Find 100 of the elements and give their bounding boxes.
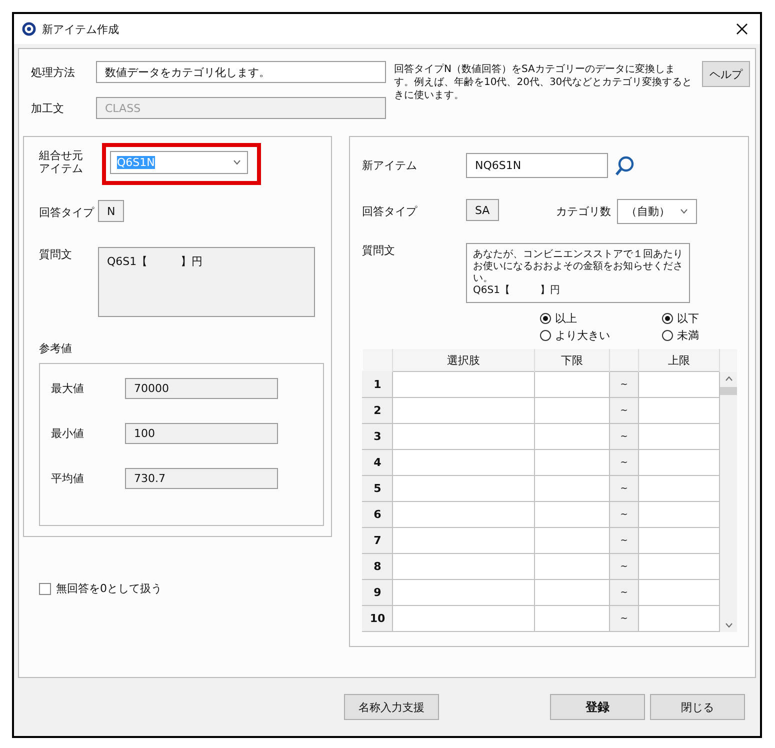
- field-label: 最小値: [51, 426, 85, 441]
- row-number: 10: [362, 606, 392, 632]
- range-separator: ~: [610, 554, 638, 580]
- radio-circle-icon: [662, 330, 673, 341]
- scrollbar-thumb[interactable]: [720, 386, 737, 394]
- table-cell[interactable]: [392, 372, 534, 398]
- radio-circle-icon: [662, 313, 673, 324]
- range-separator: ~: [610, 424, 638, 450]
- field-label: 質問文: [39, 247, 73, 262]
- table-cell[interactable]: [534, 528, 610, 554]
- table-cell[interactable]: [392, 424, 534, 450]
- table-cell[interactable]: [638, 554, 720, 580]
- radio-circle-icon: [540, 330, 551, 341]
- radio-button[interactable]: 以上: [540, 311, 610, 326]
- app-logo-icon: [22, 22, 36, 36]
- table-cell[interactable]: [638, 580, 720, 606]
- table-cell[interactable]: [534, 606, 610, 632]
- row-number: 5: [362, 476, 392, 502]
- table-cell[interactable]: [392, 398, 534, 424]
- question-text-field[interactable]: あなたが、コンビニエンスストアで１回あたりお使いになるおおよその金額をお知らせください。 Q6S1【 】円: [466, 243, 690, 303]
- range-separator: ~: [610, 450, 638, 476]
- table-cell[interactable]: [638, 528, 720, 554]
- category-count-dropdown[interactable]: （自動）: [617, 199, 697, 224]
- caret-icon: [233, 160, 241, 165]
- table-cell[interactable]: [392, 450, 534, 476]
- range-separator: ~: [610, 580, 638, 606]
- field-label: 平均値: [51, 471, 85, 486]
- table-cell[interactable]: [534, 476, 610, 502]
- radio-button[interactable]: 以下: [662, 311, 699, 326]
- window-title: 新アイテム作成: [42, 22, 120, 36]
- table-cell[interactable]: [638, 502, 720, 528]
- field-label: 回答タイプ: [362, 204, 418, 219]
- field-label: 新アイテム: [362, 158, 418, 173]
- caret-icon: [724, 622, 732, 628]
- table-cell[interactable]: [534, 502, 610, 528]
- table-cell[interactable]: [638, 450, 720, 476]
- table-cell[interactable]: [534, 450, 610, 476]
- range-separator: ~: [610, 502, 638, 528]
- row-number: 7: [362, 528, 392, 554]
- reference-value-field: 70000: [125, 378, 278, 399]
- answer-type-field[interactable]: N: [98, 200, 124, 222]
- range-separator: ~: [610, 528, 638, 554]
- column-header: 上限: [638, 349, 720, 372]
- section-label: 参考値: [39, 341, 73, 356]
- caret-icon: [680, 209, 688, 214]
- range-separator: ~: [610, 606, 638, 632]
- processing-method-field[interactable]: 数値データをカテゴリ化します。: [96, 61, 386, 83]
- row-number: 2: [362, 398, 392, 424]
- radio-button[interactable]: 未満: [662, 328, 699, 343]
- table-cell[interactable]: [638, 424, 720, 450]
- footer-button[interactable]: 名称入力支援: [344, 694, 439, 720]
- field-label: 質問文: [362, 243, 396, 258]
- radio-button[interactable]: より大きい: [540, 328, 610, 343]
- table-cell[interactable]: [638, 476, 720, 502]
- column-header: 下限: [534, 349, 610, 372]
- row-number: 8: [362, 554, 392, 580]
- radio-circle-icon: [540, 313, 551, 324]
- table-cell[interactable]: [392, 502, 534, 528]
- field-label: 処理方法: [31, 64, 76, 80]
- field-label: 加工文: [31, 100, 65, 116]
- description-text: 回答タイプN（数値回答）をSAカテゴリーのデータに変換します。例えば、年齢を10代、20代、30代などとカテゴリ変換するときに使います。: [394, 63, 694, 103]
- checkbox[interactable]: [39, 582, 51, 594]
- scrollbar[interactable]: [720, 372, 737, 632]
- table-cell[interactable]: [638, 398, 720, 424]
- answer-type-field[interactable]: SA: [466, 199, 499, 221]
- row-number: 1: [362, 372, 392, 398]
- range-separator: ~: [610, 372, 638, 398]
- new-item-field[interactable]: NQ6S1N: [466, 153, 608, 178]
- range-separator: ~: [610, 398, 638, 424]
- column-header: 選択肢: [392, 349, 534, 372]
- field-label: 回答タイプ: [39, 205, 96, 220]
- row-number: 3: [362, 424, 392, 450]
- footer-button[interactable]: 登録: [550, 694, 645, 720]
- checkbox-label: 無回答を0として扱う: [56, 581, 162, 596]
- caret-icon: [724, 376, 732, 380]
- table-cell[interactable]: [392, 554, 534, 580]
- table-cell[interactable]: [392, 476, 534, 502]
- reference-value-field: 730.7: [125, 468, 278, 489]
- row-number: 9: [362, 580, 392, 606]
- help-button[interactable]: ヘルプ: [702, 61, 750, 87]
- field-label: 組合せ元アイテム: [39, 149, 84, 175]
- table-cell[interactable]: [534, 424, 610, 450]
- reference-value-field: 100: [125, 423, 278, 444]
- table-cell[interactable]: [638, 606, 720, 632]
- table-cell[interactable]: [638, 372, 720, 398]
- question-text-field[interactable]: Q6S1【 】円: [98, 247, 315, 317]
- footer-button[interactable]: 閉じる: [650, 694, 745, 720]
- table-cell[interactable]: [392, 606, 534, 632]
- table-cell[interactable]: [392, 528, 534, 554]
- search-icon[interactable]: [614, 154, 636, 176]
- range-separator: ~: [610, 476, 638, 502]
- row-number: 6: [362, 502, 392, 528]
- table-cell[interactable]: [534, 580, 610, 606]
- close-icon: [736, 22, 748, 34]
- table-cell[interactable]: [534, 554, 610, 580]
- table-cell[interactable]: [392, 580, 534, 606]
- table-cell[interactable]: [534, 398, 610, 424]
- field-label: 最大値: [51, 381, 85, 396]
- row-number: 4: [362, 450, 392, 476]
- table-cell[interactable]: [534, 372, 610, 398]
